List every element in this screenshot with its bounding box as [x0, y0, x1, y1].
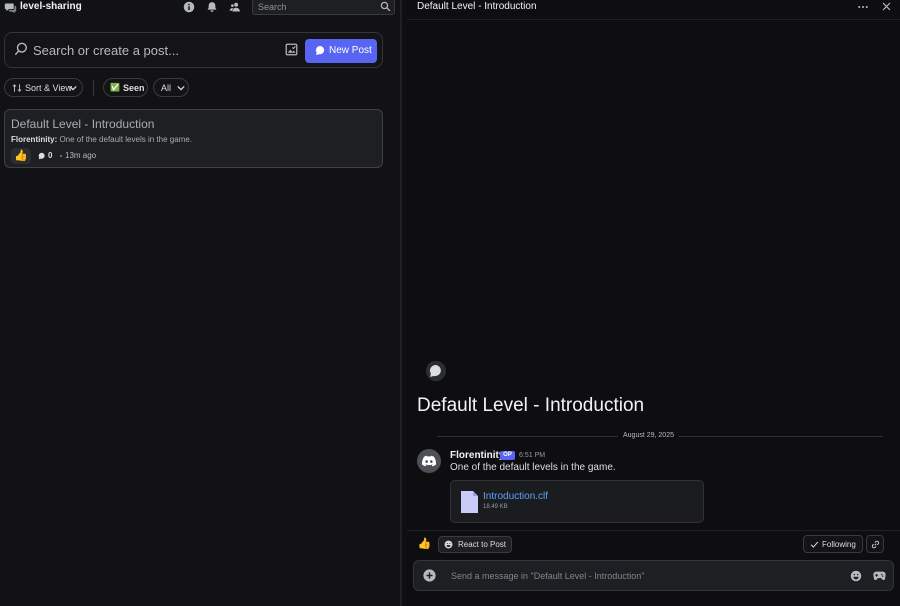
thread-title: Default Level - Introduction	[417, 395, 645, 416]
post-age: 13m ago	[65, 151, 97, 160]
forum-search-placeholder: Search or create a post...	[33, 43, 179, 58]
discord-logo-icon	[422, 455, 436, 467]
top-search-placeholder: Search	[258, 2, 287, 12]
link-icon	[871, 540, 880, 549]
tag-filter-dropdown[interactable]: All	[153, 78, 189, 97]
forum-search-bar[interactable]: Search or create a post... New Post	[4, 32, 383, 68]
composer-placeholder: Send a message in "Default Level - Intro…	[451, 571, 645, 581]
media-view-icon[interactable]	[285, 43, 298, 56]
copy-link-button[interactable]	[866, 535, 884, 553]
file-name-link[interactable]: Introduction.clf	[483, 491, 548, 502]
members-icon[interactable]	[229, 1, 241, 13]
search-icon	[14, 42, 27, 56]
chat-bubble-icon	[315, 46, 325, 55]
thumbs-up-reaction[interactable]: 👍	[416, 536, 433, 552]
react-to-post-label: React to Post	[458, 540, 507, 549]
seen-filter-button[interactable]: ✅ Seen	[103, 78, 148, 97]
message-count: 0	[48, 151, 53, 160]
following-button[interactable]: Following	[803, 535, 863, 553]
search-icon	[380, 1, 391, 12]
checkmark-icon: ✅	[110, 83, 120, 92]
seen-label: Seen	[123, 83, 145, 93]
op-badge: OP	[500, 451, 515, 460]
post-author: Florentinity	[11, 135, 55, 144]
message-composer[interactable]: Send a message in "Default Level - Intro…	[413, 560, 894, 591]
meta-separator	[60, 155, 62, 157]
post-title: Default Level - Introduction	[11, 117, 155, 131]
thumbs-up-reaction[interactable]: 👍	[11, 148, 31, 164]
chevron-down-icon	[69, 85, 77, 91]
following-label: Following	[822, 540, 856, 549]
new-post-button[interactable]: New Post	[305, 39, 377, 63]
thread-header: Default Level - Introduction	[407, 0, 900, 20]
thread-header-title: Default Level - Introduction	[417, 1, 537, 12]
post-preview: Florentinity: One of the default levels …	[11, 135, 192, 144]
more-options-icon[interactable]	[857, 1, 869, 13]
sort-icon	[12, 84, 22, 92]
close-icon[interactable]	[881, 1, 892, 12]
emoji-icon[interactable]	[850, 570, 862, 582]
sort-view-label: Sort & View	[25, 83, 72, 93]
message-text: One of the default levels in the game.	[450, 462, 616, 473]
sort-view-button[interactable]: Sort & View	[4, 78, 83, 97]
top-search-box[interactable]: Search	[252, 0, 395, 15]
activities-gamepad-icon[interactable]	[873, 570, 886, 582]
actions-divider	[407, 530, 900, 531]
message-author[interactable]: Florentinity	[450, 450, 504, 461]
channel-header: level-sharing Search	[0, 0, 402, 18]
new-post-label: New Post	[329, 45, 372, 56]
checkmark-icon	[810, 541, 819, 548]
forum-channel-icon	[4, 3, 17, 14]
chevron-down-icon	[177, 85, 185, 91]
add-attachment-icon[interactable]	[423, 569, 436, 582]
message-count-icon	[38, 152, 45, 160]
toolbar-divider	[93, 80, 94, 96]
tag-filter-label: All	[161, 83, 172, 93]
date-divider-label: August 29, 2025	[618, 432, 679, 439]
avatar[interactable]	[417, 449, 441, 473]
bell-icon[interactable]	[206, 1, 218, 13]
thread-pane: Default Level - Introduction Default Lev…	[407, 0, 900, 606]
file-size: 18.49 KB	[483, 504, 508, 510]
channel-name: level-sharing	[20, 1, 82, 12]
file-attachment: Introduction.clf 18.49 KB	[450, 480, 704, 523]
react-to-post-button[interactable]: React to Post	[438, 536, 512, 553]
emoji-icon	[444, 540, 453, 549]
file-icon	[461, 491, 478, 513]
post-preview-text: One of the default levels in the game.	[57, 135, 192, 144]
info-icon[interactable]	[183, 1, 195, 13]
post-card[interactable]: Default Level - Introduction Florentinit…	[4, 109, 383, 168]
thread-chat-icon	[425, 360, 447, 382]
forum-pane: level-sharing Search Search or create a …	[0, 0, 402, 606]
message-timestamp: 6:51 PM	[519, 452, 546, 459]
